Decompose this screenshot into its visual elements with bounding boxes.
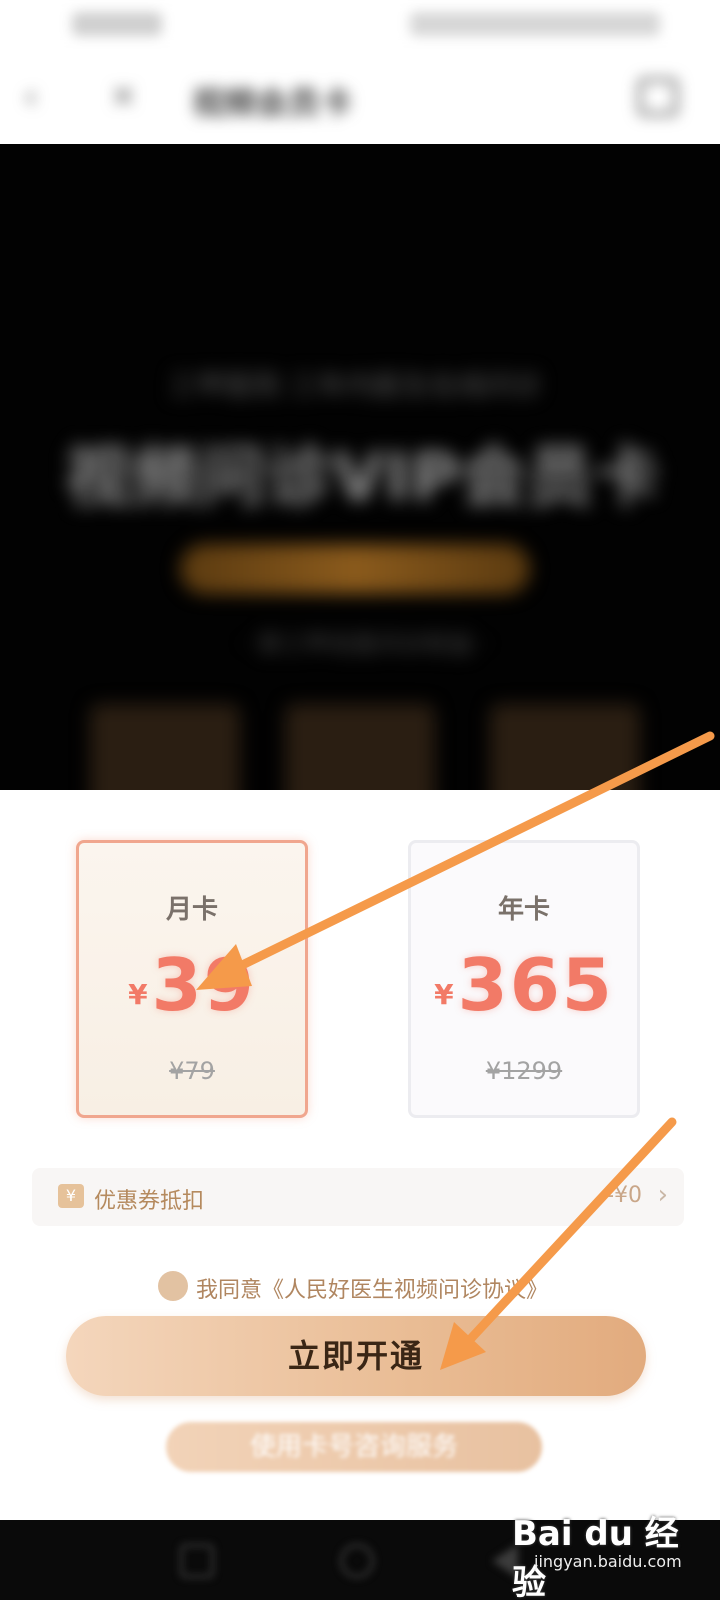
baidu-watermark: Bai du 经验 jingyan.baidu.com — [512, 1490, 702, 1600]
coupon-icon: ¥ — [58, 1184, 84, 1208]
hero-banner: 三甲医院 三年内医生在线问诊 视频问诊VIP会员卡 · 享三甲名医问诊权益 · — [0, 144, 720, 794]
plan-card-monthly[interactable]: 月卡 ¥39 ¥79 — [76, 840, 308, 1118]
benefit-tile — [490, 704, 640, 794]
checkout-sheet: 月卡 ¥39 ¥79 年卡 ¥365 ¥1299 ¥ 优惠券抵扣 -¥0 › 我… — [0, 790, 720, 1530]
agreement-checkbox[interactable] — [158, 1271, 188, 1301]
hero-headline: 视频问诊VIP会员卡 — [64, 439, 661, 516]
watermark-url: jingyan.baidu.com — [534, 1552, 682, 1571]
coupon-label: 优惠券抵扣 — [94, 1189, 205, 1214]
original-price: ¥79 — [169, 1057, 215, 1085]
agreement-row: 我同意《人民好医生视频问诊协议》 — [0, 1266, 720, 1306]
hero-subtitle: 三甲医院 三年内医生在线问诊 — [168, 369, 542, 402]
price-amount: 365 — [457, 943, 614, 1027]
chevron-right-icon: › — [657, 1180, 668, 1210]
home-icon[interactable] — [340, 1544, 374, 1578]
price-amount: 39 — [151, 943, 256, 1027]
original-price: ¥1299 — [485, 1057, 563, 1085]
plan-price: ¥39 — [79, 943, 305, 1027]
status-bar — [0, 0, 720, 52]
plan-name: 月卡 — [165, 895, 218, 925]
back-icon[interactable]: ‹ — [24, 80, 50, 114]
hero-tagline: · 享三甲名医问诊权益 · — [241, 630, 489, 658]
plan-card-yearly[interactable]: 年卡 ¥365 ¥1299 — [408, 840, 640, 1118]
benefit-tile — [90, 704, 240, 794]
coupon-value: -¥0 — [606, 1183, 642, 1208]
share-icon[interactable] — [638, 78, 678, 116]
nav-bar: ‹ × 视频会员卡 — [0, 52, 720, 144]
activate-button[interactable]: 立即开通 — [66, 1316, 646, 1396]
card-number-consult-button[interactable]: 使用卡号咨询服务 — [166, 1422, 542, 1472]
page-title: 视频会员卡 — [192, 84, 353, 122]
currency-symbol: ¥ — [128, 978, 148, 1011]
status-system-icons — [410, 12, 660, 36]
currency-symbol: ¥ — [434, 978, 454, 1011]
recent-apps-icon[interactable] — [180, 1544, 214, 1578]
benefit-tile — [285, 704, 435, 794]
status-time — [72, 12, 162, 36]
coupon-row[interactable]: ¥ 优惠券抵扣 -¥0 › — [32, 1168, 684, 1226]
hero-pill — [180, 544, 530, 594]
agreement-link[interactable]: 我同意《人民好医生视频问诊协议》 — [196, 1272, 548, 1304]
close-icon[interactable]: × — [110, 79, 140, 111]
hero-benefit-tiles — [80, 704, 640, 794]
plan-price: ¥365 — [411, 943, 637, 1027]
plan-name: 年卡 — [497, 895, 550, 925]
